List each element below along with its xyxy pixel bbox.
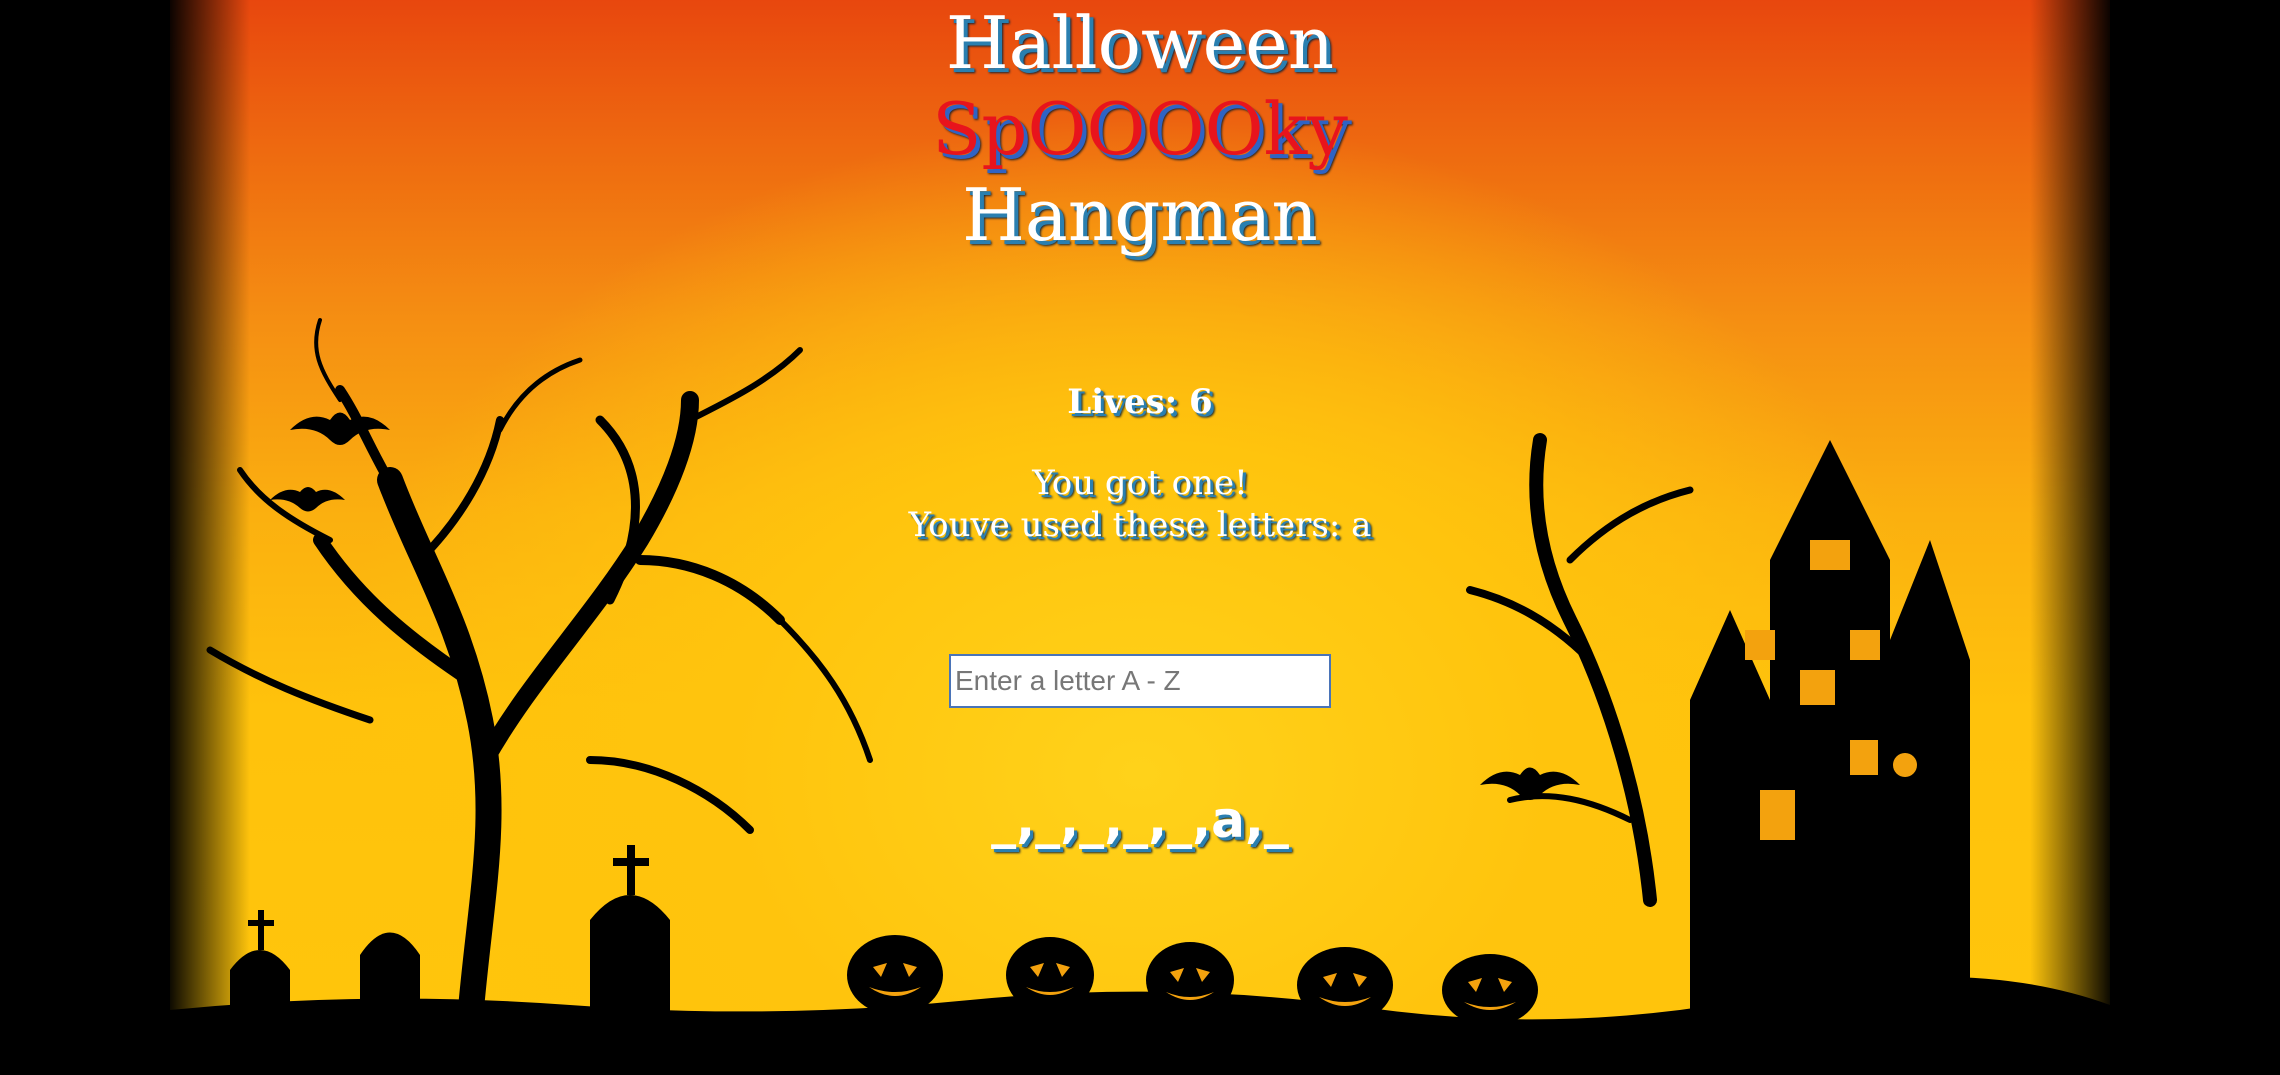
- game-title: Halloween SpOOOOky Hangman: [0, 0, 2280, 258]
- word-progress: _,_,_,_,_,a,_: [991, 791, 1289, 849]
- game-page: Halloween SpOOOOky Hangman Lives: 6 You …: [0, 0, 2280, 1075]
- title-line-hangman: Hangman: [962, 173, 1318, 257]
- guess-feedback-message: You got one!: [1032, 463, 1248, 503]
- title-line-halloween: Halloween: [945, 1, 1335, 85]
- used-letters: Youve used these letters: a: [908, 505, 1372, 545]
- letter-input[interactable]: [949, 654, 1331, 708]
- title-line-spooky: SpOOOOky: [932, 87, 1348, 171]
- lives-counter: Lives: 6: [1067, 382, 1213, 422]
